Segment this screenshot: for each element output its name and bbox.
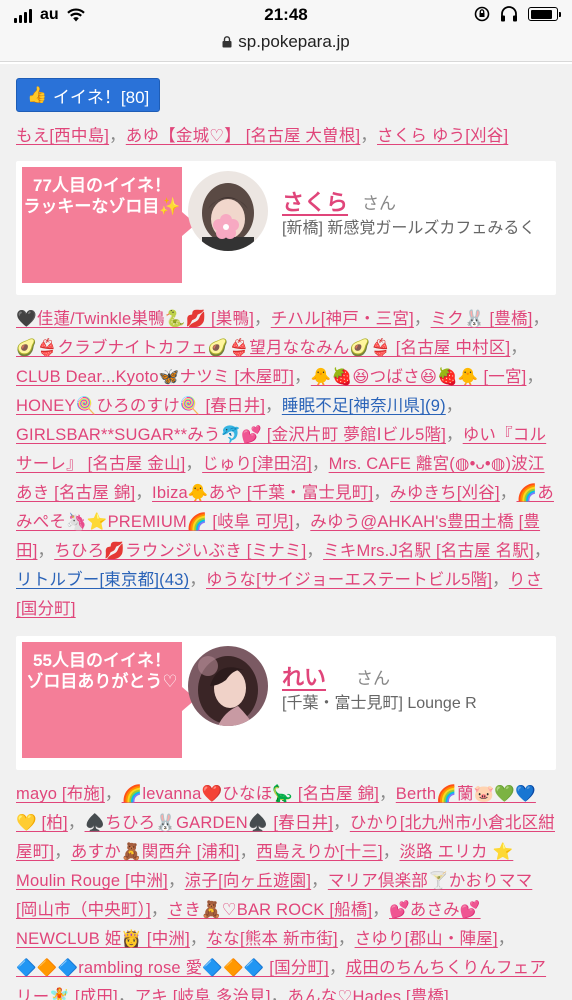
- liker-link[interactable]: GIRLSBAR**SUGAR**みう🐬💕 [金沢片町 夢館Ⅰビル5階]: [16, 426, 446, 444]
- separator: ，: [532, 310, 550, 328]
- milestone-text: 55人目のイイネ！ ゾロ目ありがとう♡: [26, 651, 178, 691]
- status-right: [474, 6, 561, 22]
- separator: ，: [150, 901, 168, 919]
- page-content: 👍 イイネ！[80] もえ[西中島]，あゆ【金城♡】 [名古屋 大曽根]，さくら…: [0, 64, 572, 1000]
- liker-link[interactable]: なな[熊本 新市街]: [207, 930, 338, 948]
- separator: ，: [499, 484, 517, 502]
- liker-link[interactable]: CLUB Dear...Kyoto🦋ナツミ [木屋町]: [16, 368, 294, 386]
- liker-link[interactable]: 睡眠不足[神奈川県](9): [282, 397, 446, 415]
- lock-icon: [222, 36, 232, 48]
- separator: ，: [311, 455, 329, 473]
- separator: ，: [293, 513, 311, 531]
- headphones-icon: [501, 6, 517, 22]
- recent-likers-list: 🖤佳蓮/Twinkle巣鴨🐍💋 [巣鴨]，チハル[神戸・三宮]，ミク🐰 [豊橋]…: [16, 305, 556, 624]
- liker-link[interactable]: ♠️ちひろ🐰GARDEN♠️ [春日井]: [85, 814, 334, 832]
- liker-link[interactable]: 🔷🔶🔷rambling rose 愛🔷🔶🔷 [国分町]: [16, 959, 329, 977]
- separator: ，: [337, 930, 355, 948]
- liker-link[interactable]: さゆり[郡山・陣屋]: [355, 930, 498, 948]
- liker-link[interactable]: ゆうな[サイジョーエステートビル5階]: [206, 571, 492, 589]
- separator: ，: [328, 959, 346, 977]
- separator: ，: [445, 426, 463, 444]
- separator: ，: [117, 988, 135, 1000]
- like-button[interactable]: 👍 イイネ！[80]: [16, 78, 161, 112]
- separator: ，: [379, 785, 396, 803]
- separator: ，: [189, 571, 207, 589]
- milestone-badge: 77人目のイイネ！ ラッキーなゾロ目✨: [22, 167, 196, 283]
- status-bar: au 21:48: [0, 0, 572, 32]
- avatar[interactable]: [188, 646, 268, 726]
- liker-link[interactable]: あゆ【金城♡】 [名古屋 大曽根]: [126, 127, 361, 145]
- liker-link[interactable]: チハル[神戸・三宮]: [271, 310, 414, 328]
- address-bar[interactable]: sp.pokepara.jp: [0, 32, 572, 62]
- thumbs-up-icon: 👍: [27, 87, 47, 104]
- separator: ，: [265, 397, 282, 415]
- separator: ，: [167, 872, 185, 890]
- recent-likers-list: mayo [布施]，🌈levanna❤️ひなほ🦕 [名古屋 錦]，Berth🌈蘭…: [16, 780, 556, 1000]
- separator: ，: [294, 368, 311, 386]
- separator: ，: [109, 127, 126, 145]
- separator: ，: [445, 397, 463, 415]
- separator: ，: [360, 127, 378, 145]
- milestone-card-2: 55人目のイイネ！ ゾロ目ありがとう♡ れい さん [千葉・富士見町] Loung…: [16, 636, 556, 770]
- shop-name: [千葉・富士見町] Lounge R: [282, 695, 477, 712]
- liker-link[interactable]: さき🧸♡BAR ROCK [船橋]: [168, 901, 373, 919]
- separator: ，: [135, 484, 153, 502]
- orientation-lock-icon: [474, 6, 490, 22]
- girl-name-link[interactable]: さくら: [282, 185, 348, 217]
- separator: ，: [67, 814, 85, 832]
- battery-icon: [528, 7, 561, 21]
- liker-link[interactable]: リトルブー[東京都](43): [16, 571, 189, 589]
- separator: ，: [311, 872, 328, 890]
- separator: ，: [492, 571, 509, 589]
- separator: ，: [497, 930, 515, 948]
- liker-link[interactable]: あんな♡Hades [豊橋]: [287, 988, 449, 1000]
- separator: ，: [37, 542, 55, 560]
- liker-link[interactable]: ミク🐰 [豊橋]: [431, 310, 533, 328]
- milestone-text: 77人目のイイネ！ ラッキーなゾロ目✨: [23, 176, 181, 216]
- recent-likers-list: もえ[西中島]，あゆ【金城♡】 [名古屋 大曽根]，さくら ゆう[刈谷]: [16, 122, 556, 151]
- shop-name: [新橋] 新感覚ガールズカフェみるく: [282, 220, 536, 237]
- liker-link[interactable]: HONEY🍭ひろのすけ🍭 [春日井]: [16, 397, 265, 415]
- liker-link[interactable]: 🖤佳蓮/Twinkle巣鴨🐍💋 [巣鴨]: [16, 310, 254, 328]
- separator: ，: [372, 901, 389, 919]
- liker-link[interactable]: あすか🧸関西弁 [浦和]: [71, 843, 240, 861]
- milestone-badge: 55人目のイイネ！ ゾロ目ありがとう♡: [22, 642, 196, 758]
- liker-link[interactable]: 涼子[向ヶ丘遊園]: [185, 872, 311, 890]
- liker-link[interactable]: アキ [岐阜 多治見]: [135, 988, 271, 1000]
- liker-link[interactable]: 🌈levanna❤️ひなほ🦕 [名古屋 錦]: [122, 785, 379, 803]
- liker-link[interactable]: もえ[西中島]: [16, 127, 109, 145]
- liker-link[interactable]: みゆきち[刈谷]: [390, 484, 500, 502]
- avatar[interactable]: [188, 171, 268, 251]
- liker-link[interactable]: mayo [布施]: [16, 785, 105, 803]
- separator: ，: [254, 310, 271, 328]
- separator: ，: [526, 368, 544, 386]
- like-button-label: イイネ！[80]: [52, 87, 150, 107]
- separator: ，: [413, 310, 431, 328]
- url-text: sp.pokepara.jp: [238, 32, 350, 51]
- separator: ，: [185, 455, 203, 473]
- liker-link[interactable]: じゅり[津田沼]: [202, 455, 312, 473]
- honorific: さん: [356, 669, 390, 688]
- liker-link[interactable]: 西島えりか[十三]: [256, 843, 382, 861]
- separator: ，: [239, 843, 257, 861]
- separator: ，: [533, 542, 551, 560]
- honorific: さん: [362, 194, 396, 213]
- separator: ，: [189, 930, 207, 948]
- liker-link[interactable]: 🥑👙クラブナイトカフェ🥑👙望月ななみん🥑👙 [名古屋 中村区]: [16, 339, 510, 357]
- milestone-card-1: 77人目のイイネ！ ラッキーなゾロ目✨ さくら さん [新橋] 新感覚ガールズカ…: [16, 161, 556, 295]
- liker-link[interactable]: さくら ゆう[刈谷]: [377, 127, 508, 145]
- liker-link[interactable]: ミキMrs.J名駅 [名古屋 名駅]: [323, 542, 534, 560]
- separator: ，: [54, 843, 71, 861]
- liker-link[interactable]: 🐥🍓😆つばさ😆🍓🐥 [一宮]: [311, 368, 527, 386]
- girl-name-link[interactable]: れい: [282, 660, 326, 692]
- liker-link[interactable]: Ibiza🐥あや [千葉・富士見町]: [152, 484, 373, 502]
- separator: ，: [382, 843, 400, 861]
- liker-link[interactable]: ちひろ💋ラウンジいぶき [ミナミ]: [54, 542, 306, 560]
- separator: ，: [270, 988, 288, 1000]
- separator: ，: [373, 484, 391, 502]
- separator: ，: [333, 814, 350, 832]
- separator: ，: [104, 785, 122, 803]
- separator: ，: [510, 339, 528, 357]
- separator: ，: [306, 542, 324, 560]
